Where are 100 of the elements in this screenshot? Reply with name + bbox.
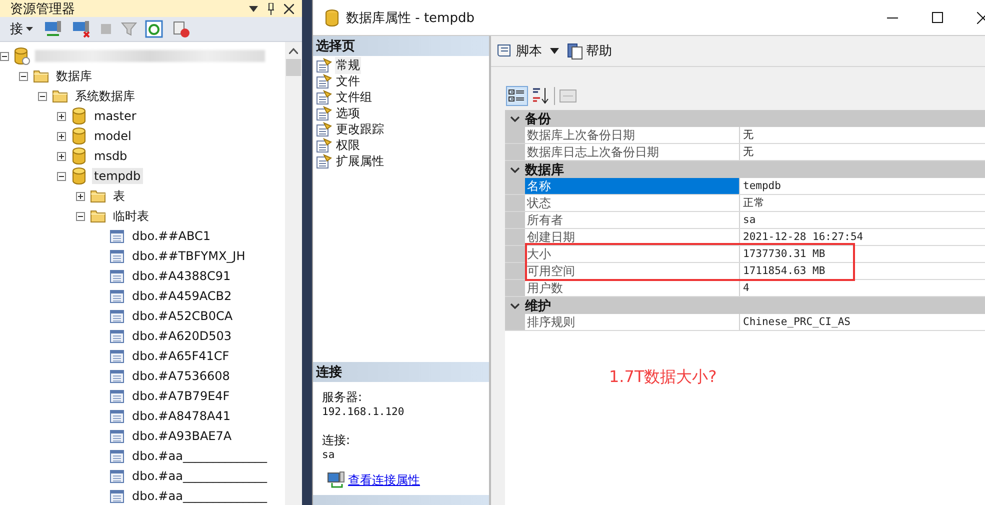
database-icon [72,147,86,165]
property-value: 2021-12-28 16:27:54 [742,230,864,245]
tree-item[interactable]: dbo.#A65F41CF [130,348,232,364]
property-value: tempdb [742,179,782,194]
page-item[interactable]: 权限 [335,136,361,154]
tree-item[interactable]: master [92,108,138,124]
category-row[interactable]: 维护 [505,297,985,314]
property-name[interactable]: 数据库日志上次备份日期 [525,144,740,160]
property-page-icon [316,138,332,152]
page-item[interactable]: 选项 [335,104,361,122]
server-value: 192.168.1.120 [322,406,406,418]
property-value: 4 [742,281,750,296]
page-item[interactable]: 文件 [335,72,361,90]
property-page-icon [316,58,332,72]
server-label: 服务器: [322,389,364,406]
table-icon [110,310,124,322]
property-name[interactable]: 大小 [525,246,740,262]
table-icon [110,410,124,422]
script-delete-icon[interactable] [171,20,191,38]
sort-alphabetical-icon[interactable] [532,86,550,106]
table-icon [110,290,124,302]
property-name[interactable]: 所有者 [525,212,740,228]
category-row[interactable]: 备份 [505,110,985,127]
refresh-icon[interactable] [145,20,163,38]
property-page-icon [316,106,332,120]
pin-icon[interactable] [267,2,275,14]
tree-item[interactable]: dbo.#aa______________ [130,448,269,464]
grid-margin [505,195,525,211]
tree-item[interactable]: 系统数据库 [73,86,137,106]
property-name[interactable]: 创建日期 [525,229,740,245]
maximize-icon[interactable] [932,12,944,24]
tree-item[interactable]: msdb [92,148,130,164]
scroll-up-icon[interactable] [289,48,298,54]
page-item[interactable]: 文件组 [335,88,373,106]
chevron-down-icon[interactable] [510,116,520,122]
folder-icon [90,189,106,203]
table-icon [110,250,124,262]
tree-item[interactable]: dbo.#A620D503 [130,328,234,344]
page-item[interactable]: 常规 [335,56,361,74]
connection-label: 连接: [322,432,352,449]
section-header: 连接 [313,362,489,382]
property-value: 正常 [742,196,766,211]
tree-item[interactable]: dbo.#aa______________ [130,468,269,484]
page-item[interactable]: 更改跟踪 [335,120,385,138]
database-icon [325,8,339,26]
scroll-thumb[interactable] [286,59,301,76]
tree-item[interactable]: dbo.#A7536608 [130,368,232,384]
property-value: Chinese_PRC_CI_AS [742,315,852,330]
connection-properties-link[interactable]: 查看连接属性 [348,472,420,488]
tree-item[interactable]: dbo.##ABC1 [130,228,213,244]
folder-icon [33,69,49,83]
property-name[interactable]: 排序规则 [525,314,740,330]
tree-item[interactable]: dbo.##TBFYMX_JH [130,248,248,264]
dropdown-icon[interactable] [249,6,258,12]
tree-item[interactable]: tempdb [92,168,143,184]
section-header: 选择页 [313,36,489,56]
tree-item[interactable]: dbo.#A52CB0CA [130,308,235,324]
tree-item[interactable]: 表 [111,186,127,206]
grid-margin [505,229,525,245]
property-name[interactable]: 用户数 [525,280,740,296]
property-name[interactable]: 状态 [525,195,740,211]
tree-item[interactable]: model [92,128,134,144]
annotation-text: 1.7T数据大小? [609,367,717,386]
dropdown-icon [26,27,33,31]
help-button[interactable]: 帮助 [565,42,614,60]
property-value: 无 [742,128,755,143]
tree-item[interactable]: 数据库 [54,66,94,86]
tree-item[interactable]: dbo.#A459ACB2 [130,288,234,304]
chevron-down-icon[interactable] [510,166,520,172]
chevron-down-icon[interactable] [510,302,520,308]
tree-item[interactable]: dbo.#A93BAE7A [130,428,234,444]
property-name[interactable]: 数据库上次备份日期 [525,127,740,143]
tree-item[interactable]: dbo.#A4388C91 [130,268,233,284]
tree-item[interactable]: dbo.#aa______________ [130,488,269,504]
connect-button[interactable]: 接 [8,20,35,38]
tree-item[interactable]: 临时表 [111,206,151,226]
tree-item[interactable]: dbo.#A7B79E4F [130,388,232,404]
category-row[interactable]: 数据库 [505,161,985,178]
database-icon [72,107,86,125]
grid-margin [505,127,525,143]
table-icon [110,230,124,242]
page-item[interactable]: 扩展属性 [335,152,385,170]
connect-server-icon[interactable] [43,20,63,38]
script-button[interactable]: 脚本 [493,42,544,60]
tree-item[interactable]: dbo.#A8478A41 [130,408,232,424]
table-icon [110,450,124,462]
disconnect-server-icon[interactable] [71,20,91,38]
property-value: 1737730.31 MB [742,247,826,262]
table-icon [110,330,124,342]
property-name[interactable]: 名称 [525,178,740,194]
dropdown-icon[interactable] [550,48,559,54]
property-name[interactable]: 可用空间 [525,263,740,279]
document-icon [567,42,583,60]
categorized-view-icon[interactable] [506,86,528,106]
table-icon [110,370,124,382]
scrollbar[interactable] [285,42,302,505]
property-value: 无 [742,145,755,160]
window-title: 数据库属性 - tempdb [346,10,474,26]
table-icon [110,350,124,362]
close-icon[interactable] [284,4,294,14]
